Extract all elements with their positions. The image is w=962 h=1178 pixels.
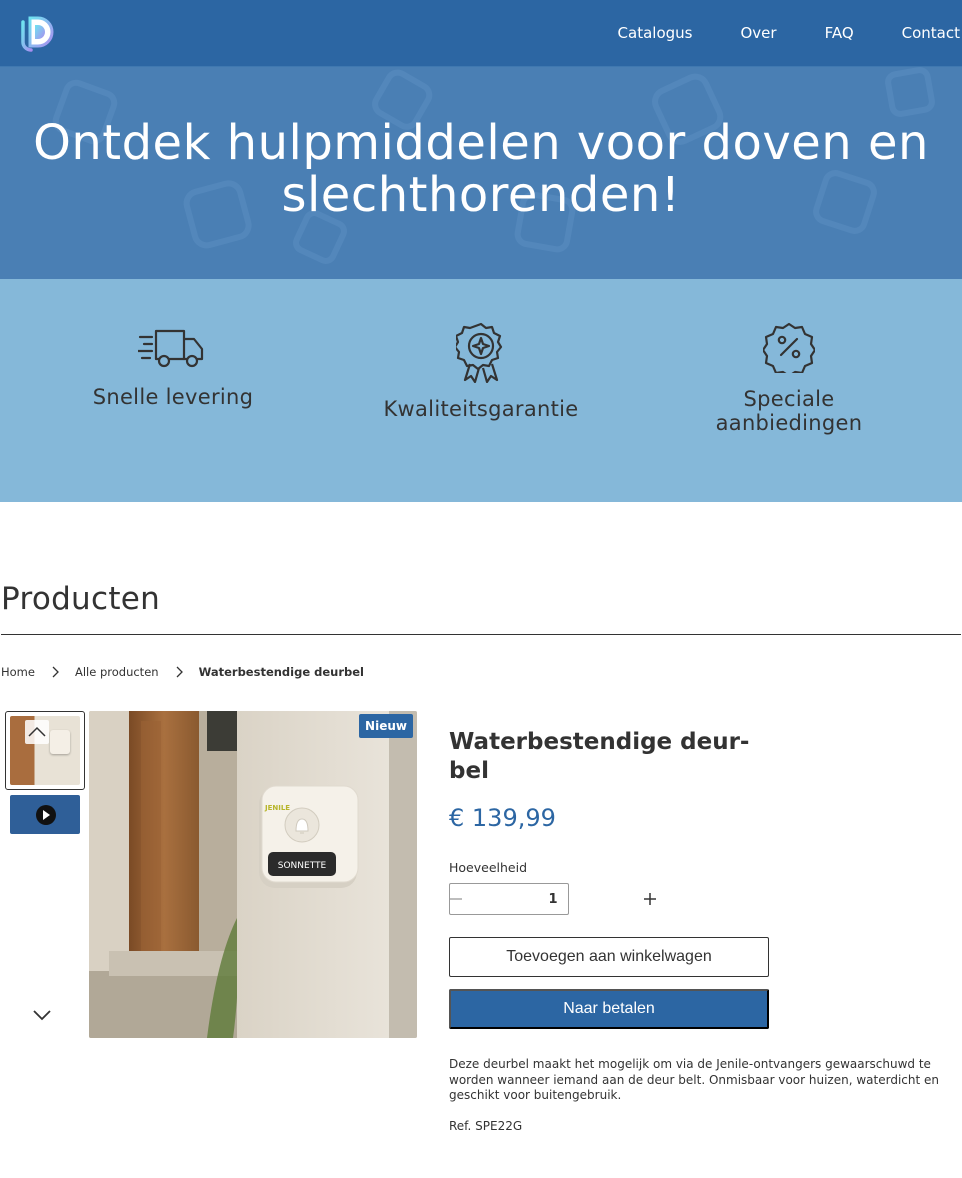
minus-icon[interactable] (450, 884, 462, 914)
feature-label-delivery: Snelle levering (92, 385, 254, 409)
chevron-right-icon (176, 666, 183, 678)
image-brand-text: JENILE (264, 804, 290, 812)
nav-link-faq[interactable]: FAQ (825, 24, 854, 42)
nav-link-catalogus[interactable]: Catalogus (618, 24, 693, 42)
hero-title: Ontdek hulpmiddelen voor doven en slecht… (33, 115, 929, 223)
quantity-label: Hoeveelheid (449, 860, 528, 875)
new-badge: Nieuw (359, 714, 413, 738)
quantity-input[interactable] (462, 884, 644, 914)
thumbnail-product-image[interactable] (5, 711, 85, 790)
breadcrumb-current: Waterbestendige deurbel (198, 665, 364, 679)
quantity-stepper (449, 883, 656, 915)
plus-icon[interactable] (644, 884, 656, 914)
product-title-line1: Waterbestendige deur- (449, 729, 750, 755)
hero-banner: Ontdek hulpmiddelen voor doven en slecht… (0, 67, 962, 279)
add-to-cart-button[interactable]: Toevoegen aan winkelwagen (449, 937, 769, 977)
main-nav: Catalogus Over FAQ Contact (570, 0, 962, 66)
breadcrumb-all-products[interactable]: Alle producten (75, 665, 159, 679)
letter-d-logo[interactable] (18, 14, 56, 52)
feature-special-offers: Speciale aanbiedingen (669, 322, 909, 435)
breadcrumb: Home Alle producten Waterbestendige deur… (1, 665, 364, 679)
top-navbar: Catalogus Over FAQ Contact (0, 0, 962, 67)
product-description: Deze deurbel maakt het mogelijk om via d… (449, 1057, 939, 1102)
chevron-up-icon[interactable] (25, 720, 49, 744)
features-strip: Snelle levering Kwaliteitsgarantie Speci… (0, 279, 962, 502)
doorbell-thumbnail-graphic (50, 730, 70, 754)
product-title: Waterbestendige deur- bel (449, 728, 769, 786)
chevron-right-icon (52, 666, 59, 678)
breadcrumb-home[interactable]: Home (1, 665, 35, 679)
products-heading: Producten (1, 581, 161, 617)
product-photo: JENILE SONNETTE (89, 711, 417, 1038)
product-reference: Ref. SPE22G (449, 1119, 523, 1133)
image-label-text: SONNETTE (278, 861, 327, 871)
feature-label-quality: Kwaliteitsgarantie (383, 397, 579, 421)
section-divider (1, 634, 961, 635)
delivery-truck-icon (138, 329, 204, 368)
nav-link-over[interactable]: Over (740, 24, 776, 42)
percent-badge-icon (763, 322, 815, 373)
checkout-button[interactable]: Naar betalen (449, 989, 769, 1029)
product-main-image[interactable]: JENILE SONNETTE (89, 711, 417, 1038)
feature-quality: Kwaliteitsgarantie (361, 322, 601, 421)
feature-fast-delivery: Snelle levering (53, 325, 293, 409)
feature-label-offers: Speciale aanbiedingen (715, 387, 863, 435)
product-price: € 139,99 (449, 804, 556, 832)
nav-link-contact[interactable]: Contact (902, 24, 960, 42)
thumbnail-video[interactable] (10, 795, 80, 834)
play-icon (36, 805, 56, 825)
product-title-line2: bel (449, 758, 489, 784)
chevron-down-icon[interactable] (31, 1007, 53, 1023)
award-ribbon-icon (456, 322, 503, 383)
